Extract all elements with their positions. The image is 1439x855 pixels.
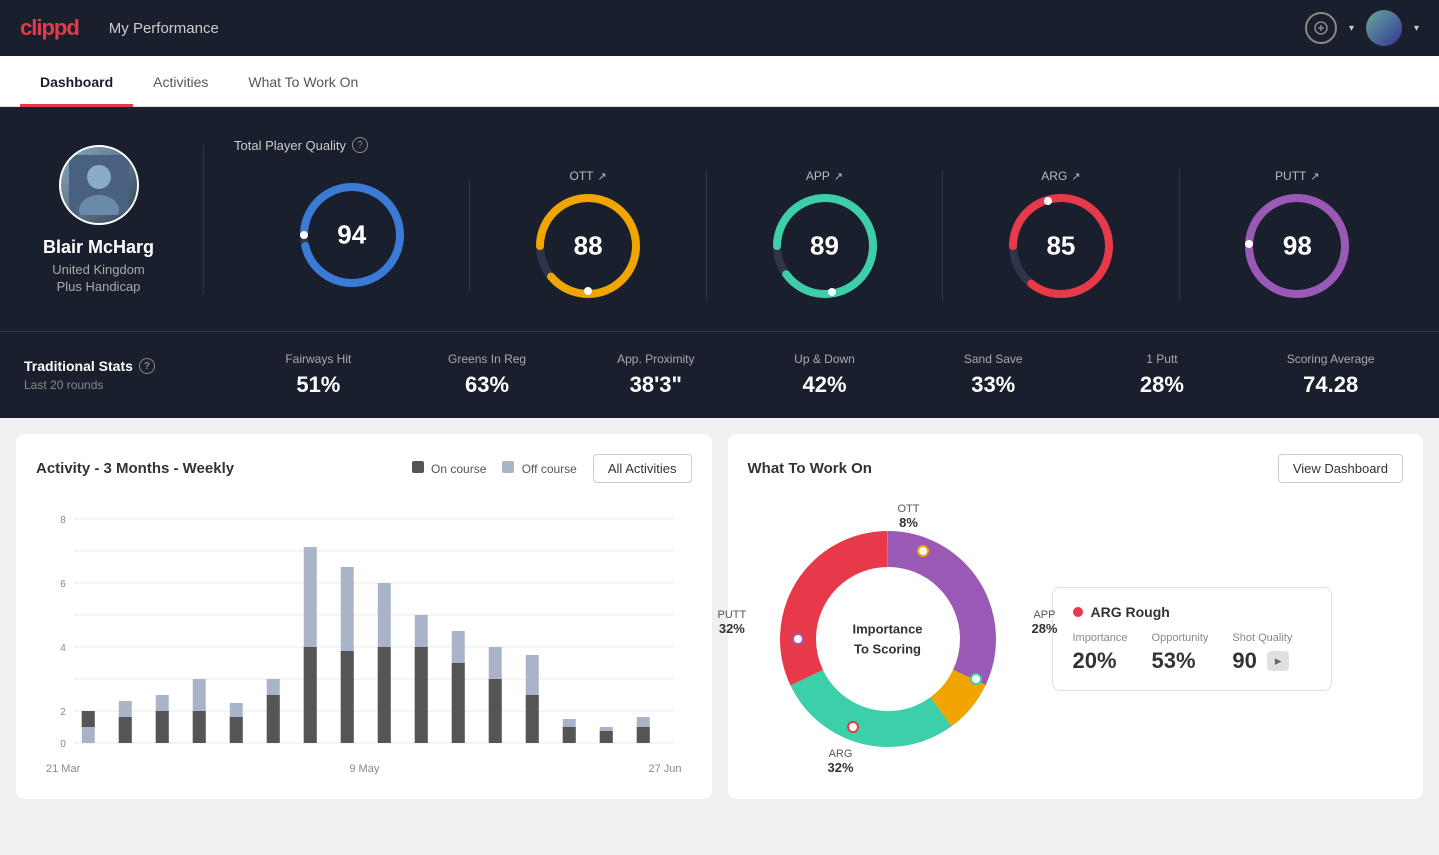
total-quality-label: Total Player Quality ? bbox=[234, 137, 1415, 153]
gauge-value-putt: 98 bbox=[1283, 231, 1312, 262]
gauge-app: APP ↗ 89 bbox=[707, 169, 943, 301]
user-avatar[interactable] bbox=[1366, 10, 1402, 46]
stat-greens-in-reg: Greens In Reg 63% bbox=[403, 352, 572, 398]
gauge-value-total: 94 bbox=[337, 220, 366, 251]
legend-on-course-dot bbox=[412, 461, 424, 473]
stat-scoring-average: Scoring Average 74.28 bbox=[1246, 352, 1415, 398]
player-info: Blair McHarg United Kingdom Plus Handica… bbox=[24, 145, 204, 294]
x-label-mar: 21 Mar bbox=[46, 763, 80, 775]
stat-up-and-down: Up & Down 42% bbox=[740, 352, 909, 398]
traditional-stats-section: Traditional Stats ? Last 20 rounds Fairw… bbox=[0, 331, 1439, 418]
chart-legend: On course Off course bbox=[412, 461, 577, 476]
view-dashboard-button[interactable]: View Dashboard bbox=[1278, 454, 1403, 483]
tab-activities[interactable]: Activities bbox=[133, 56, 228, 107]
svg-text:6: 6 bbox=[60, 579, 66, 590]
gauge-circle-app: 89 bbox=[770, 191, 880, 301]
tab-dashboard[interactable]: Dashboard bbox=[20, 56, 133, 107]
add-dropdown-arrow[interactable]: ▾ bbox=[1349, 23, 1354, 34]
traditional-stats-label-area: Traditional Stats ? Last 20 rounds bbox=[24, 358, 204, 392]
stat-1-putt: 1 Putt 28% bbox=[1078, 352, 1247, 398]
bar-chart-svg: 8 6 4 2 0 bbox=[36, 499, 692, 759]
gauge-circle-total: 94 bbox=[297, 180, 407, 290]
arg-info-card: ARG Rough Importance 20% Opportunity 53%… bbox=[1052, 587, 1332, 691]
player-avatar bbox=[59, 145, 139, 225]
user-dropdown-arrow[interactable]: ▾ bbox=[1414, 23, 1419, 34]
activity-chart-header: Activity - 3 Months - Weekly On course O… bbox=[36, 454, 692, 483]
gauge-total: 94 bbox=[234, 180, 470, 290]
hero-section: Blair McHarg United Kingdom Plus Handica… bbox=[0, 107, 1439, 331]
nav-title: My Performance bbox=[109, 20, 219, 37]
donut-chart-container: ImportanceTo Scoring OTT8% APP28% ARG32%… bbox=[748, 499, 1028, 779]
arg-card-title: ARG Rough bbox=[1073, 604, 1311, 620]
stat-sand-save: Sand Save 33% bbox=[909, 352, 1078, 398]
activity-chart-title: Activity - 3 Months - Weekly bbox=[36, 460, 234, 477]
tab-bar: Dashboard Activities What To Work On bbox=[0, 56, 1439, 107]
total-quality-help-icon[interactable]: ? bbox=[352, 137, 368, 153]
activity-chart-panel: Activity - 3 Months - Weekly On course O… bbox=[16, 434, 712, 799]
gauge-label-app: APP ↗ bbox=[806, 169, 843, 183]
x-label-may: 9 May bbox=[349, 763, 379, 775]
x-label-jun: 27 Jun bbox=[648, 763, 681, 775]
svg-text:8: 8 bbox=[60, 515, 66, 526]
seg-label-app: APP28% bbox=[1031, 609, 1057, 636]
what-to-work-panel: What To Work On View Dashboard bbox=[728, 434, 1424, 799]
arg-metric-shot-quality: Shot Quality 90 ▸ bbox=[1232, 632, 1292, 674]
arg-metrics: Importance 20% Opportunity 53% Shot Qual… bbox=[1073, 632, 1311, 674]
gauges-row: 94 OTT ↗ 88 bbox=[234, 169, 1415, 301]
gauge-label-putt: PUTT ↗ bbox=[1275, 169, 1320, 183]
gauge-label-ott: OTT ↗ bbox=[570, 169, 607, 183]
gauge-circle-ott: 88 bbox=[533, 191, 643, 301]
all-activities-button[interactable]: All Activities bbox=[593, 454, 692, 483]
player-country: United Kingdom bbox=[52, 262, 145, 277]
gauge-circle-arg: 85 bbox=[1006, 191, 1116, 301]
bottom-panels: Activity - 3 Months - Weekly On course O… bbox=[0, 418, 1439, 815]
arg-metric-importance: Importance 20% bbox=[1073, 632, 1128, 674]
svg-text:0: 0 bbox=[60, 739, 66, 750]
gauge-label-arg: ARG ↗ bbox=[1041, 169, 1080, 183]
gauge-value-ott: 88 bbox=[574, 231, 603, 262]
top-navigation: clippd My Performance ▾ ▾ bbox=[0, 0, 1439, 56]
arg-dot-icon bbox=[1073, 607, 1083, 617]
gauge-value-app: 89 bbox=[810, 231, 839, 262]
add-button[interactable] bbox=[1305, 12, 1337, 44]
player-name: Blair McHarg bbox=[43, 237, 154, 258]
gauge-arg: ARG ↗ 85 bbox=[943, 169, 1179, 301]
seg-label-arg: ARG32% bbox=[828, 748, 854, 775]
traditional-stats-values: Fairways Hit 51% Greens In Reg 63% App. … bbox=[204, 352, 1415, 398]
gauge-circle-putt: 98 bbox=[1242, 191, 1352, 301]
gauges-area: Total Player Quality ? 94 OTT bbox=[204, 137, 1415, 301]
gauge-ott: OTT ↗ 88 bbox=[470, 169, 706, 301]
what-to-work-header: What To Work On View Dashboard bbox=[748, 454, 1404, 483]
svg-text:2: 2 bbox=[60, 707, 66, 718]
seg-label-putt: PUTT32% bbox=[718, 609, 747, 636]
gauge-value-arg: 85 bbox=[1046, 231, 1075, 262]
chart-x-labels: 21 Mar 9 May 27 Jun bbox=[36, 763, 692, 775]
nav-right-area: ▾ ▾ bbox=[1305, 10, 1419, 46]
player-handicap: Plus Handicap bbox=[57, 279, 141, 294]
donut-center-label: ImportanceTo Scoring bbox=[852, 620, 922, 659]
seg-label-ott: OTT8% bbox=[898, 503, 920, 530]
traditional-stats-sublabel: Last 20 rounds bbox=[24, 378, 174, 392]
svg-text:4: 4 bbox=[60, 643, 66, 654]
legend-off-course-dot bbox=[502, 461, 514, 473]
quality-badge: ▸ bbox=[1267, 651, 1290, 671]
bar-chart-area: 8 6 4 2 0 bbox=[36, 499, 692, 759]
traditional-stats-label: Traditional Stats ? bbox=[24, 358, 174, 374]
logo[interactable]: clippd bbox=[20, 15, 79, 41]
gauge-putt: PUTT ↗ 98 bbox=[1180, 169, 1415, 301]
arg-metric-opportunity: Opportunity 53% bbox=[1152, 632, 1209, 674]
traditional-stats-help-icon[interactable]: ? bbox=[139, 358, 155, 374]
tab-what-to-work-on[interactable]: What To Work On bbox=[228, 56, 378, 107]
stat-app-proximity: App. Proximity 38'3" bbox=[571, 352, 740, 398]
what-to-work-title: What To Work On bbox=[748, 460, 872, 477]
stat-fairways-hit: Fairways Hit 51% bbox=[234, 352, 403, 398]
donut-area: ImportanceTo Scoring OTT8% APP28% ARG32%… bbox=[748, 499, 1404, 779]
